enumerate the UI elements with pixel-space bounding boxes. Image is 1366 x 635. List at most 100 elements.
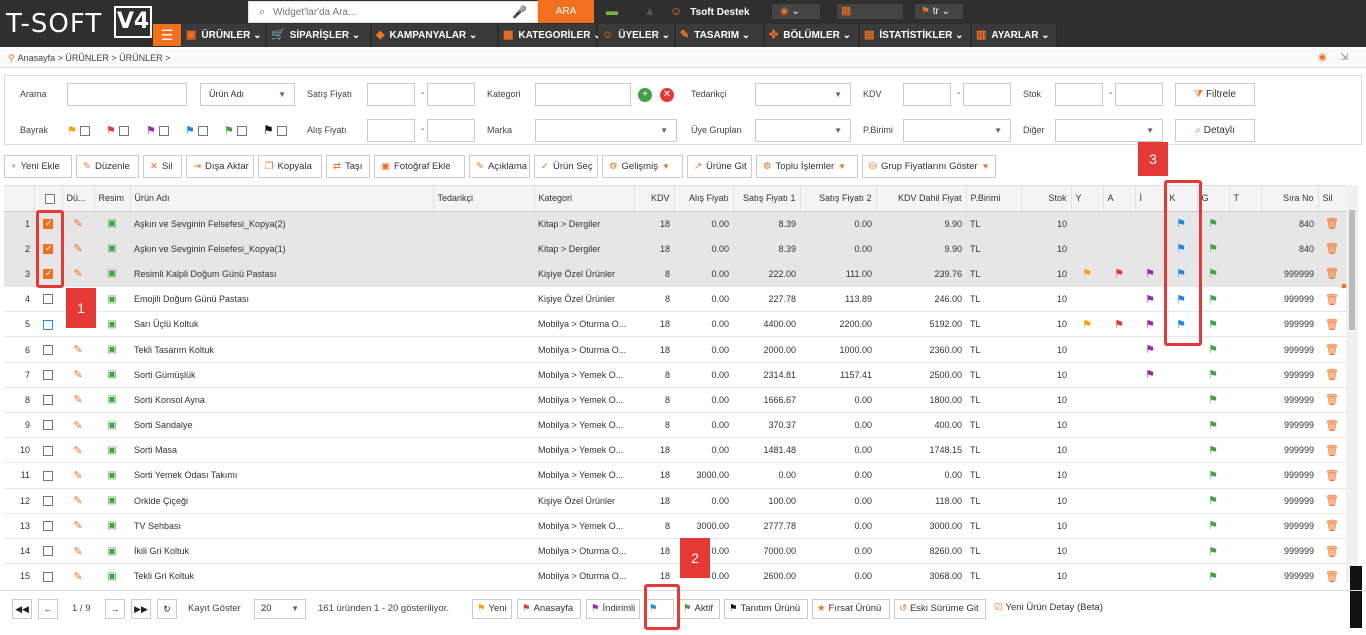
flag-filter-purple[interactable]: ⚑ bbox=[146, 123, 170, 137]
image-icon[interactable]: ▣ bbox=[107, 420, 116, 431]
legend-button-9[interactable]: ☑ Yeni Ürün Detay (Beta) bbox=[990, 599, 1110, 619]
image-icon[interactable]: ▣ bbox=[107, 369, 116, 380]
page-size-select[interactable]: 20 ▼ bbox=[254, 599, 306, 619]
row-checkbox[interactable] bbox=[43, 521, 53, 532]
flag-cell-g[interactable]: ⚑ bbox=[1197, 362, 1229, 388]
delete-cell[interactable]: 🗑 bbox=[1318, 261, 1346, 288]
flag-cell-g[interactable]: ⚑ bbox=[1197, 563, 1229, 583]
trash-icon[interactable]: 🗑 bbox=[1325, 268, 1339, 280]
column-header-3[interactable]: Dü... bbox=[62, 186, 95, 212]
flag-cell-g[interactable]: ⚑ bbox=[1197, 387, 1229, 414]
checkbox[interactable] bbox=[159, 125, 170, 136]
refresh-icon[interactable]: ↻ bbox=[157, 599, 177, 619]
image-icon[interactable]: ▣ bbox=[107, 394, 116, 405]
image-cell[interactable]: ▣ bbox=[94, 513, 130, 539]
image-cell[interactable]: ▣ bbox=[94, 462, 130, 489]
yellow-flag-icon[interactable]: ⚑ bbox=[1082, 319, 1092, 331]
pencil-icon[interactable]: ✎ bbox=[73, 520, 82, 532]
column-header-20[interactable]: T bbox=[1229, 186, 1262, 212]
red-flag-icon[interactable]: ⚑ bbox=[1114, 268, 1124, 280]
trash-icon[interactable]: 🗑 bbox=[1325, 495, 1339, 507]
edit-cell[interactable]: ✎ bbox=[62, 236, 94, 262]
image-icon[interactable]: ▣ bbox=[107, 470, 116, 481]
table-row[interactable]: 1 ✎ ▣ Aşkın ve Sevginin Felsefesi_Kopya(2) K… bbox=[4, 211, 1346, 237]
flag-cell-a[interactable]: ⚑ bbox=[1103, 261, 1135, 288]
clear-category-icon[interactable]: ✕ bbox=[660, 88, 674, 102]
row-checkbox[interactable] bbox=[43, 420, 53, 431]
purple-flag-icon[interactable]: ⚑ bbox=[1145, 344, 1155, 356]
flag-cell-k[interactable] bbox=[1165, 538, 1197, 565]
menu-item-9[interactable]: ▥ AYARLAR ⌄ bbox=[972, 24, 1057, 47]
delete-cell[interactable]: 🗑 bbox=[1318, 311, 1346, 338]
flag-cell-a[interactable] bbox=[1103, 286, 1135, 313]
flag-cell-t[interactable] bbox=[1229, 513, 1261, 539]
delete-cell[interactable]: 🗑 bbox=[1318, 387, 1346, 414]
member-groups-select[interactable]: ▼ bbox=[755, 119, 851, 142]
flag-cell-y[interactable] bbox=[1071, 236, 1103, 262]
menu-item-5[interactable]: ☺ ÜYELER ⌄ bbox=[598, 24, 675, 47]
row-checkbox[interactable] bbox=[43, 294, 53, 305]
flag-cell-y[interactable] bbox=[1071, 538, 1103, 565]
select-all-checkbox-cell[interactable] bbox=[34, 186, 63, 212]
toolbar-button-4[interactable]: ⇥ Dışa Aktar bbox=[186, 155, 254, 178]
row-checkbox-cell[interactable] bbox=[34, 538, 62, 565]
delete-cell[interactable]: 🗑 bbox=[1318, 362, 1346, 388]
trash-icon[interactable]: 🗑 bbox=[1325, 546, 1339, 558]
pencil-icon[interactable]: ✎ bbox=[73, 243, 82, 255]
legend-button-7[interactable]: ★ Fırsat Ürünü bbox=[812, 599, 890, 619]
checkbox[interactable] bbox=[198, 125, 209, 136]
image-icon[interactable]: ▣ bbox=[107, 495, 116, 506]
flag-cell-a[interactable] bbox=[1103, 513, 1135, 539]
green-flag-icon[interactable]: ⚑ bbox=[1208, 369, 1218, 381]
sale-price-min[interactable] bbox=[367, 83, 415, 106]
green-flag-icon[interactable]: ⚑ bbox=[1208, 243, 1218, 255]
image-cell[interactable]: ▣ bbox=[94, 362, 130, 388]
menu-item-8[interactable]: ▤ İSTATİSTİKLER ⌄ bbox=[860, 24, 971, 47]
image-icon[interactable]: ▣ bbox=[107, 319, 116, 330]
menu-item-1[interactable]: ▣ ÜRÜNLER ⌄ bbox=[182, 24, 266, 47]
edit-cell[interactable]: ✎ bbox=[62, 412, 94, 439]
widget-search-input[interactable] bbox=[273, 4, 513, 21]
flag-cell-k[interactable] bbox=[1165, 387, 1197, 414]
language-dropdown[interactable]: ⚑ tr ⌄ bbox=[915, 4, 963, 19]
chat-icon[interactable]: ▬ bbox=[600, 0, 624, 23]
edit-cell[interactable]: ✎ bbox=[62, 261, 94, 288]
column-header-9[interactable]: Alış Fiyatı bbox=[674, 186, 734, 212]
toolbar-button-13[interactable]: ⛁ Grup Fiyatlarını Göster ▼ bbox=[862, 155, 996, 178]
green-flag-icon[interactable]: ⚑ bbox=[1208, 520, 1218, 532]
flag-cell-i[interactable] bbox=[1135, 462, 1165, 489]
purple-flag-icon[interactable]: ⚑ bbox=[1145, 294, 1155, 306]
toolbar-button-8[interactable]: ✎ Açıklama bbox=[469, 155, 530, 178]
flag-cell-i[interactable] bbox=[1135, 387, 1165, 414]
table-row[interactable]: 12 ✎ ▣ Orkide Çiçeği Kişiye Özel Ürünler 18 0.… bbox=[4, 488, 1346, 514]
flag-cell-i[interactable]: ⚑ bbox=[1135, 311, 1165, 338]
row-checkbox[interactable] bbox=[43, 319, 53, 330]
flag-cell-i[interactable] bbox=[1135, 563, 1165, 583]
pencil-icon[interactable]: ✎ bbox=[73, 268, 82, 280]
image-icon[interactable]: ▣ bbox=[107, 344, 116, 355]
flag-cell-k[interactable] bbox=[1165, 437, 1197, 464]
row-checkbox-cell[interactable] bbox=[34, 563, 62, 583]
green-flag-icon[interactable]: ⚑ bbox=[1208, 218, 1218, 230]
flag-cell-k[interactable] bbox=[1165, 513, 1197, 539]
apps-grid-button[interactable]: ▦ bbox=[837, 4, 903, 19]
flag-filter-red[interactable]: ⚑ bbox=[106, 123, 130, 137]
flag-cell-y[interactable] bbox=[1071, 336, 1103, 363]
row-checkbox[interactable] bbox=[43, 344, 53, 355]
green-flag-icon[interactable]: ⚑ bbox=[1208, 394, 1218, 406]
flag-cell-t[interactable] bbox=[1229, 462, 1261, 489]
prev-page-icon[interactable]: ← bbox=[38, 599, 58, 619]
image-icon[interactable]: ▣ bbox=[107, 218, 116, 229]
purple-flag-icon[interactable]: ⚑ bbox=[1145, 369, 1155, 381]
flag-cell-a[interactable]: ⚑ bbox=[1103, 311, 1135, 338]
green-flag-icon[interactable]: ⚑ bbox=[1208, 319, 1218, 331]
legend-button-6[interactable]: ⚑ Tanıtım Ürünü bbox=[724, 599, 808, 619]
flag-cell-t[interactable] bbox=[1229, 362, 1261, 388]
pencil-icon[interactable]: ✎ bbox=[73, 495, 82, 507]
toolbar-button-10[interactable]: ⚙ Gelişmiş ▼ bbox=[602, 155, 683, 178]
delete-cell[interactable]: 🗑 bbox=[1318, 211, 1346, 237]
flag-cell-t[interactable] bbox=[1229, 387, 1261, 414]
flag-cell-y[interactable] bbox=[1071, 211, 1103, 237]
pencil-icon[interactable]: ✎ bbox=[73, 445, 82, 457]
table-row[interactable]: 2 ✎ ▣ Aşkın ve Sevginin Felsefesi_Kopya(1) K… bbox=[4, 236, 1346, 262]
